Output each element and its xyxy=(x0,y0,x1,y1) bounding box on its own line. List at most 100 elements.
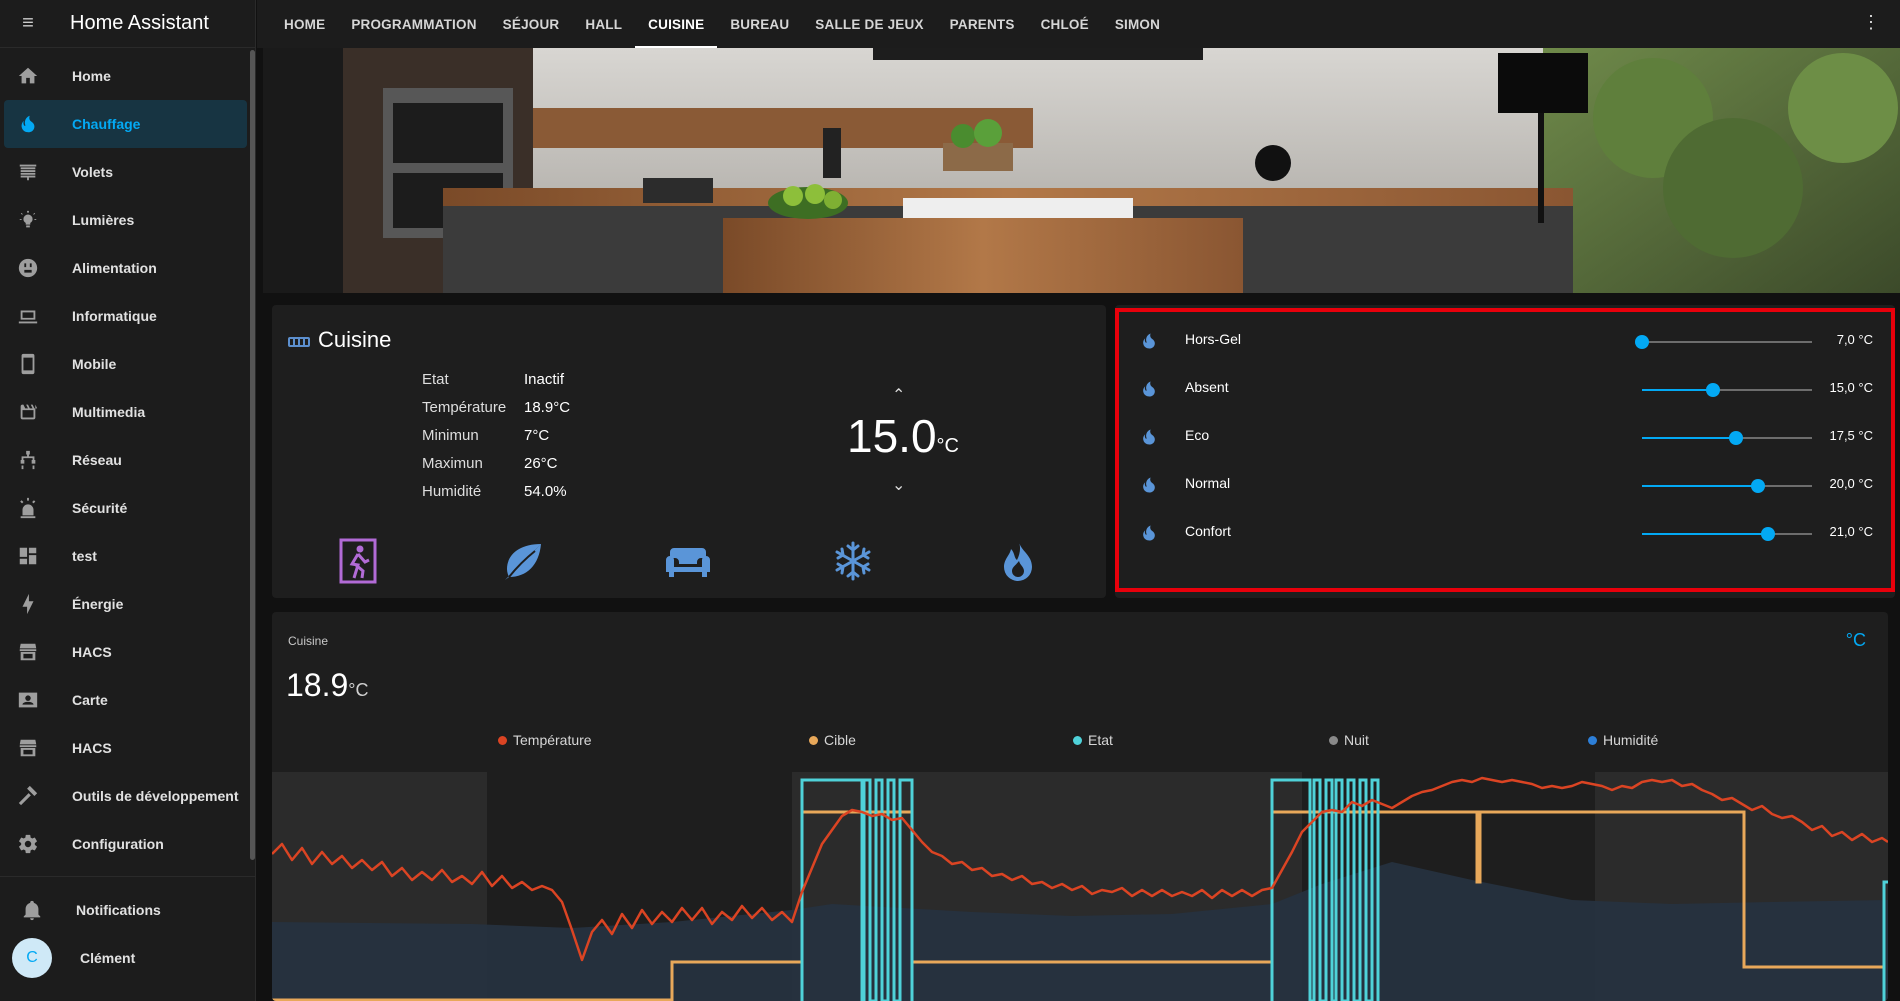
sidebar-item-label: Informatique xyxy=(72,308,157,324)
sidebar-item-label: test xyxy=(72,548,97,564)
home-icon xyxy=(4,65,52,87)
hacs-icon xyxy=(4,737,52,759)
mode-heat-button[interactable] xyxy=(994,537,1042,585)
sidebar-item-hacs[interactable]: HACS xyxy=(4,628,247,676)
preset-value: 20,0 °C xyxy=(1829,476,1873,491)
tab-simon[interactable]: SIMON xyxy=(1102,0,1173,48)
fire-icon xyxy=(4,113,52,135)
sidebar-item-alimentation[interactable]: Alimentation xyxy=(4,244,247,292)
sidebar-item-volets[interactable]: Volets xyxy=(4,148,247,196)
top-tab-bar: HOME PROGRAMMATION SÉJOUR HALL CUISINE BUREAU… xyxy=(257,0,1900,48)
sidebar-item-user[interactable]: C Clément xyxy=(8,934,240,982)
sidebar-item-r-seau[interactable]: Réseau xyxy=(4,436,247,484)
mode-eco-button[interactable] xyxy=(499,537,547,585)
tab-salle-de-jeux[interactable]: SALLE DE JEUX xyxy=(802,0,936,48)
tab-home[interactable]: HOME xyxy=(271,0,338,48)
menu-collapse-icon[interactable]: ≡ xyxy=(0,0,56,48)
clapperboard-icon xyxy=(4,401,52,423)
preset-slider[interactable] xyxy=(1642,383,1812,397)
sidebar-bottom: Notifications C Clément xyxy=(4,886,248,982)
sidebar-item-label: Clément xyxy=(80,950,136,966)
avatar: C xyxy=(12,938,52,978)
preset-value: 7,0 °C xyxy=(1836,332,1873,347)
legend-item-humidity[interactable]: Humidité xyxy=(1588,732,1658,748)
preset-slider[interactable] xyxy=(1635,335,1812,349)
slider-knob[interactable] xyxy=(1750,479,1765,493)
graph-current-value: 18.9°C xyxy=(286,667,368,704)
legend-label: Nuit xyxy=(1344,732,1369,748)
sidebar-list: Home Chauffage Volets Lumières Alimentation I… xyxy=(0,48,255,868)
sidebar-item-label: Lumières xyxy=(72,212,135,228)
tab-bureau[interactable]: BUREAU xyxy=(717,0,802,48)
tab-programmation[interactable]: PROGRAMMATION xyxy=(338,0,489,48)
legend-item-night[interactable]: Nuit xyxy=(1329,732,1369,748)
sidebar-item-carte[interactable]: Carte xyxy=(4,676,247,724)
sidebar-item-home[interactable]: Home xyxy=(4,52,247,100)
cellphone-icon xyxy=(4,353,52,375)
sidebar-item-multimedia[interactable]: Multimedia xyxy=(4,388,247,436)
graph-value-unit: °C xyxy=(348,680,369,700)
sidebar-item-outils-de-d-veloppement[interactable]: Outils de développement xyxy=(4,772,247,820)
tab-cuisine[interactable]: CUISINE xyxy=(635,0,718,48)
view-tabs: HOME PROGRAMMATION SÉJOUR HALL CUISINE BUREAU… xyxy=(271,0,1173,48)
slider-knob[interactable] xyxy=(1635,335,1649,349)
attr-value-maximum: 26°C xyxy=(524,455,558,472)
thermometer-unit-icon[interactable]: °C xyxy=(1846,630,1866,651)
sidebar-item-hacs[interactable]: HACS xyxy=(4,724,247,772)
preset-slider[interactable] xyxy=(1642,431,1812,445)
mode-cool-button[interactable] xyxy=(829,537,877,585)
tab-s-jour[interactable]: SÉJOUR xyxy=(490,0,573,48)
attr-label-humidity: Humidité xyxy=(422,483,482,500)
preset-slider[interactable] xyxy=(1642,479,1812,493)
attr-label-temperature: Température xyxy=(422,399,507,416)
map-account-icon xyxy=(4,689,52,711)
legend-label: Température xyxy=(513,732,592,748)
sidebar-item-test[interactable]: test xyxy=(4,532,247,580)
legend-item-state[interactable]: Etat xyxy=(1073,732,1113,748)
sidebar-item-chauffage[interactable]: Chauffage xyxy=(4,100,247,148)
sidebar-item-informatique[interactable]: Informatique xyxy=(4,292,247,340)
legend-item-target[interactable]: Cible xyxy=(809,732,856,748)
preset-slider[interactable] xyxy=(1642,527,1812,541)
run-fast-door-icon xyxy=(339,538,377,584)
sidebar-item-notifications[interactable]: Notifications xyxy=(8,886,240,934)
more-vert-icon[interactable]: ⋮ xyxy=(1862,12,1880,33)
legend-dot xyxy=(498,735,507,745)
mode-comfort-button[interactable] xyxy=(664,537,712,585)
attr-value-minimum: 7°C xyxy=(524,427,550,444)
sidebar-item-label: HACS xyxy=(72,740,112,756)
tab-parents[interactable]: PARENTS xyxy=(937,0,1028,48)
sidebar-item-label: Outils de développement xyxy=(72,788,239,804)
sidebar-item-label: HACS xyxy=(72,644,112,660)
attr-label-minimum: Minimun xyxy=(422,427,479,444)
sidebar-scrollbar[interactable] xyxy=(250,50,255,860)
legend-item-temperature[interactable]: Température xyxy=(498,732,592,748)
sofa-icon xyxy=(666,548,710,577)
slider-knob[interactable] xyxy=(1760,527,1775,541)
sidebar-item-lumi-res[interactable]: Lumières xyxy=(4,196,247,244)
fire-icon xyxy=(1139,475,1159,500)
attr-label-etat: Etat xyxy=(422,371,449,388)
sidebar-item-s-curit-[interactable]: Sécurité xyxy=(4,484,247,532)
sidebar-item-label: Home xyxy=(72,68,111,84)
slider-knob[interactable] xyxy=(1706,383,1721,397)
preset-name: Normal xyxy=(1185,475,1231,491)
slider-fill xyxy=(1642,533,1768,535)
sidebar-item-label: Carte xyxy=(72,692,108,708)
hammer-icon xyxy=(4,785,52,807)
sidebar-item-label: Énergie xyxy=(72,596,124,612)
graph-entity-name: Cuisine xyxy=(288,634,329,648)
chevron-down-icon[interactable]: ⌄ xyxy=(892,475,905,495)
sidebar-item-mobile[interactable]: Mobile xyxy=(4,340,247,388)
legend-dot xyxy=(1073,735,1082,745)
chevron-up-icon[interactable]: ⌃ xyxy=(892,385,905,405)
kitchen-picture xyxy=(263,48,1900,293)
tab-hall[interactable]: HALL xyxy=(572,0,635,48)
fire-icon xyxy=(1139,379,1159,404)
mode-away-button[interactable] xyxy=(334,537,382,585)
slider-knob[interactable] xyxy=(1728,431,1743,445)
sidebar-item--nergie[interactable]: Énergie xyxy=(4,580,247,628)
legend-label: Etat xyxy=(1088,732,1113,748)
tab-chlo-[interactable]: CHLOÉ xyxy=(1028,0,1102,48)
sidebar-item-configuration[interactable]: Configuration xyxy=(4,820,247,868)
